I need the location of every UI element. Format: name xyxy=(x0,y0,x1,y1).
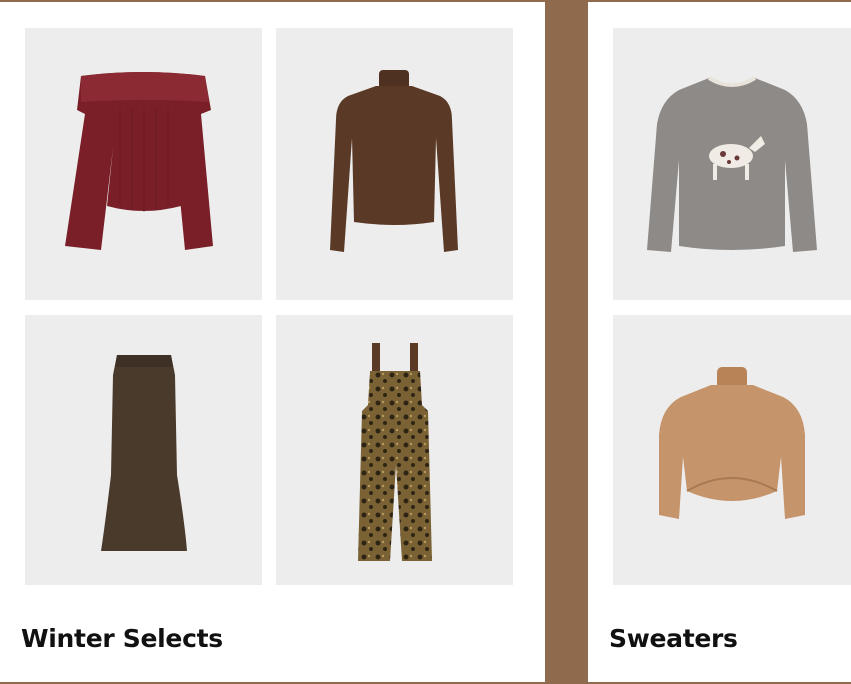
collection-card-winter-selects[interactable]: Winter Selects xyxy=(0,0,545,684)
maxi-skirt-icon xyxy=(101,355,187,551)
leopard-overalls-icon xyxy=(358,343,432,561)
product-tile-turtleneck[interactable] xyxy=(276,28,513,300)
camel-turtleneck-sweater-icon xyxy=(659,367,805,519)
collection-card-sweaters[interactable]: Sweaters xyxy=(588,0,851,684)
product-tile-unicorn-sweater[interactable] xyxy=(613,28,851,300)
product-tile-maxi-skirt[interactable] xyxy=(25,315,262,585)
product-tile-overalls[interactable] xyxy=(276,315,513,585)
product-tile-camel-sweater[interactable] xyxy=(613,315,851,585)
turtleneck-top-icon xyxy=(330,70,458,252)
product-tile-off-shoulder-top[interactable] xyxy=(25,28,262,300)
collection-title[interactable]: Winter Selects xyxy=(21,624,223,653)
collection-title[interactable]: Sweaters xyxy=(609,624,738,653)
off-shoulder-ribbed-top-icon xyxy=(65,72,213,250)
unicorn-sweater-icon xyxy=(647,76,817,252)
